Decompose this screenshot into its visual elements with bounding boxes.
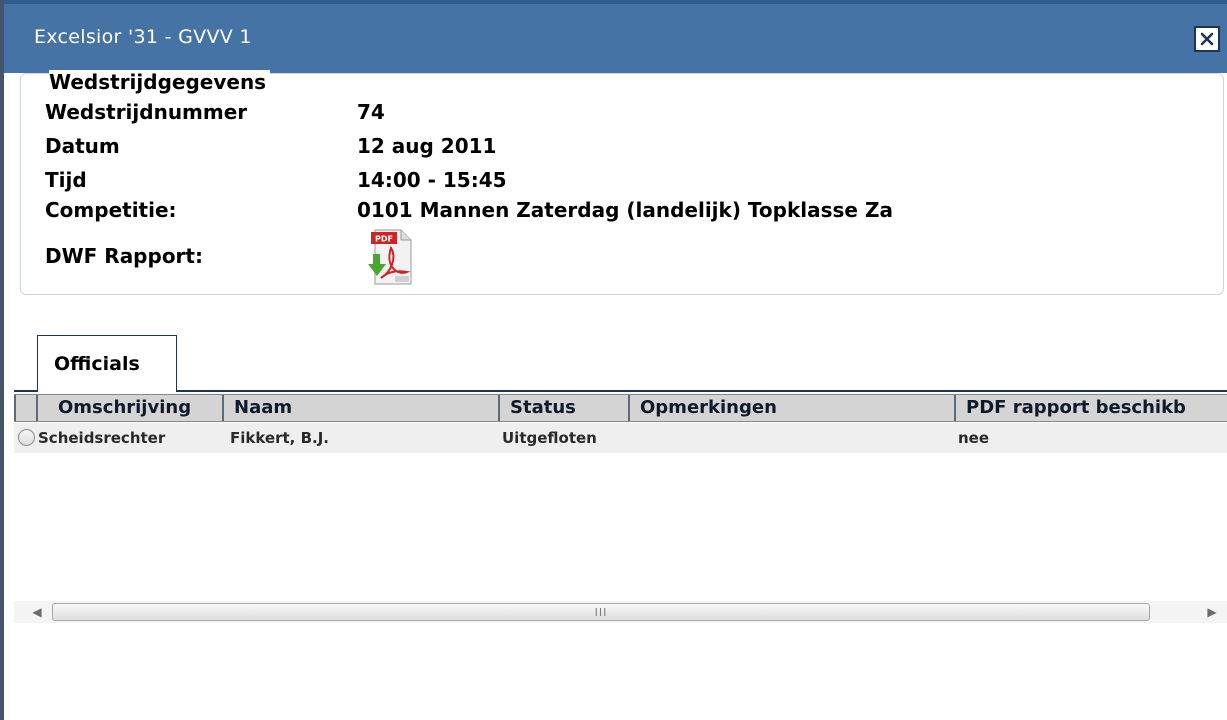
header-opmerkingen[interactable]: Opmerkingen (628, 395, 954, 421)
label-competitie: Competitie: (45, 198, 177, 222)
header-naam[interactable]: Naam (222, 395, 498, 421)
cell-status: Uitgefloten (502, 429, 597, 447)
cell-omschrijving: Scheidsrechter (38, 429, 166, 447)
value-competitie: 0101 Mannen Zaterdag (landelijk) Topklas… (357, 198, 893, 222)
scroll-left-arrow-icon[interactable]: ◀ (22, 601, 52, 623)
label-datum: Datum (45, 134, 120, 158)
scroll-right-arrow-icon[interactable]: ▶ (1197, 601, 1227, 623)
table-row[interactable]: Scheidsrechter Fikkert, B.J. Uitgefloten… (14, 423, 1227, 453)
value-wedstrijdnummer: 74 (357, 100, 385, 124)
pdf-download-icon[interactable]: PDF (367, 228, 413, 286)
active-tab-gap (38, 390, 176, 392)
label-tijd: Tijd (45, 168, 87, 192)
close-button[interactable] (1194, 26, 1220, 52)
tab-officials[interactable]: Officials (37, 335, 177, 391)
header-omschrijving[interactable]: Omschrijving (36, 395, 222, 421)
dialog-body: Wedstrijdgegevens Wedstrijdnummer 74 Dat… (4, 70, 1227, 720)
header-status[interactable]: Status (498, 395, 628, 421)
match-details-group: Wedstrijdgegevens Wedstrijdnummer 74 Dat… (20, 70, 1224, 295)
close-icon (1200, 32, 1214, 46)
title-bar[interactable]: Excelsior '31 - GVVV 1 (4, 0, 1227, 73)
label-wedstrijdnummer: Wedstrijdnummer (45, 100, 248, 124)
header-select-column (14, 395, 36, 421)
value-datum: 12 aug 2011 (357, 134, 497, 158)
tab-officials-label: Officials (54, 352, 140, 375)
tab-divider (14, 390, 1227, 392)
value-tijd: 14:00 - 15:45 (357, 168, 507, 192)
header-pdf-rapport[interactable]: PDF rapport beschikb (954, 395, 1227, 421)
scrollbar-grip: III (594, 605, 608, 619)
group-legend: Wedstrijdgegevens (49, 70, 271, 94)
row-select-radio[interactable] (18, 429, 35, 446)
scrollbar-thumb[interactable]: III (52, 603, 1150, 621)
table-header: Omschrijving Naam Status Opmerkingen PDF… (14, 394, 1227, 422)
horizontal-scrollbar[interactable]: ◀ III ▶ (14, 601, 1227, 623)
cell-pdf-rapport: nee (958, 429, 990, 447)
window-title: Excelsior '31 - GVVV 1 (34, 26, 252, 48)
label-dwf-rapport: DWF Rapport: (45, 244, 203, 268)
svg-text:PDF: PDF (375, 235, 393, 244)
cell-naam: Fikkert, B.J. (230, 429, 330, 447)
